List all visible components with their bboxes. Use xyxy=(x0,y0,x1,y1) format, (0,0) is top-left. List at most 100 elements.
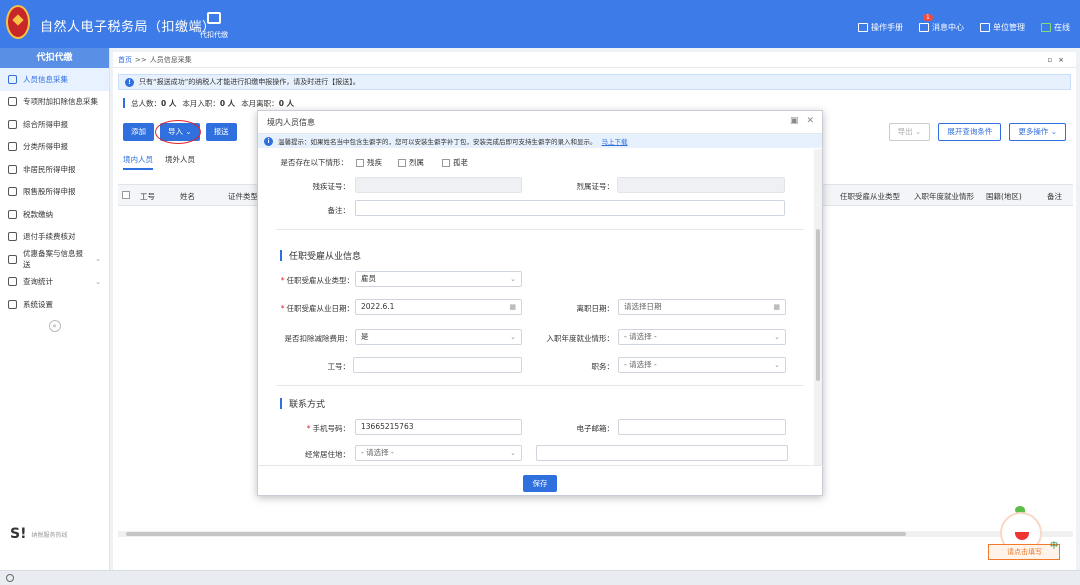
col-employment-type: 任职受雇从业类型 xyxy=(840,192,900,201)
highlight-ring xyxy=(155,120,201,144)
checkbox-elderly[interactable]: 孤老 xyxy=(442,157,468,168)
checkbox-martyr[interactable]: 烈属 xyxy=(398,157,424,168)
sidebar-item-person-info[interactable]: 人员信息采集 xyxy=(0,68,109,91)
col-name: 姓名 xyxy=(180,192,195,201)
leave-date-input[interactable]: 请选择日期 ▦ xyxy=(618,299,786,315)
col-job-no: 工号 xyxy=(140,192,155,201)
sidebar-item-settings[interactable]: 系统设置 xyxy=(0,293,109,316)
online-status[interactable]: 在线 xyxy=(1041,22,1070,33)
hotline: S! 纳税服务热线 xyxy=(10,526,67,542)
modal-title: 境内人员信息 xyxy=(258,111,822,134)
horizontal-scrollbar[interactable] xyxy=(118,531,1073,537)
sidebar-item-restricted-shares[interactable]: 限售股所得申报 xyxy=(0,181,109,204)
message-badge: 1 xyxy=(923,14,933,21)
residence-select[interactable]: - 请选择 - ⌄ xyxy=(355,445,522,461)
email-input[interactable] xyxy=(618,419,786,435)
building-icon xyxy=(980,23,990,32)
tab-foreign[interactable]: 境外人员 xyxy=(165,154,195,170)
employment-type-select[interactable]: 雇员 ⌄ xyxy=(355,271,522,287)
select-all-checkbox[interactable] xyxy=(122,191,130,199)
unit-label: 单位管理 xyxy=(993,23,1025,32)
position-label: 职务： xyxy=(591,362,615,371)
search-icon xyxy=(8,277,17,287)
disability-no-input[interactable] xyxy=(355,177,522,193)
section-accent-bar xyxy=(280,250,282,261)
section-employment-title: 任职受雇从业信息 xyxy=(289,252,362,262)
maximize-icon[interactable]: ▣ xyxy=(790,116,799,126)
manual-label: 操作手册 xyxy=(871,23,903,32)
section-contact: 联系方式 xyxy=(280,397,325,410)
info-icon: ! xyxy=(125,77,134,87)
phone-label: * 手机号码： xyxy=(306,424,350,433)
breadcrumb-home[interactable]: 首页 xyxy=(118,55,132,65)
remark-input[interactable] xyxy=(355,200,785,216)
scrollbar-thumb[interactable] xyxy=(816,229,820,381)
section-employment: 任职受雇从业信息 xyxy=(280,249,361,262)
expand-query-button[interactable]: 展开查询条件 xyxy=(938,123,1002,141)
email-label: 电子邮箱： xyxy=(576,424,615,433)
sidebar-item-classified[interactable]: 分类所得申报 xyxy=(0,136,109,159)
scrollbar-thumb[interactable] xyxy=(126,532,906,536)
sidebar-item-non-resident[interactable]: 非居民所得申报 xyxy=(0,158,109,181)
save-button[interactable]: 保存 xyxy=(523,475,557,492)
sidebar-collapse-button[interactable]: « xyxy=(48,319,61,332)
modal-scrollbar[interactable] xyxy=(814,149,822,465)
tab-bar: 境内人员 境外人员 xyxy=(123,154,195,170)
chevron-down-icon: ⌄ xyxy=(95,277,101,286)
martyr-no-label: 烈属证号： xyxy=(576,182,615,191)
employment-date-input[interactable]: 2022.6.1 ▦ xyxy=(355,299,522,315)
folder-icon xyxy=(8,209,17,219)
sidebar-item-refund-fee[interactable]: 退付手续费核对 xyxy=(0,226,109,249)
col-nationality: 国籍(地区) xyxy=(986,192,1022,201)
sidebar-item-label: 系统设置 xyxy=(23,299,53,309)
sidebar-item-comprehensive[interactable]: 综合所得申报 xyxy=(0,113,109,136)
message-label: 消息中心 xyxy=(932,23,964,32)
tax-emblem-logo xyxy=(6,5,30,39)
notice-bar: ! 只有“报送成功”的纳税人才能进行扣缴申报操作，请及时进行【报送】。 xyxy=(118,74,1071,90)
sidebar-item-tax-payment[interactable]: 税款缴纳 xyxy=(0,203,109,226)
modal-footer: 保存 xyxy=(258,465,824,497)
sidebar-item-label: 分类所得申报 xyxy=(23,142,68,152)
close-icon[interactable]: ✕ xyxy=(806,116,814,126)
unit-management-link[interactable]: 单位管理 xyxy=(980,22,1025,33)
toolbar: 添加 导入 ⌄ 报送 xyxy=(123,120,237,144)
checkbox-disabled[interactable]: 残疾 xyxy=(356,157,382,168)
checkbox-box xyxy=(442,158,450,167)
add-button[interactable]: 添加 xyxy=(123,123,154,141)
panel-window-controls[interactable]: ▫× xyxy=(1047,56,1070,64)
chevron-down-icon: ⌄ xyxy=(510,275,516,283)
residence-detail-input[interactable] xyxy=(536,445,788,461)
import-button[interactable]: 导入 ⌄ xyxy=(155,120,201,144)
breadcrumb-current: 人员信息采集 xyxy=(149,55,192,64)
disability-no-label: 残疾证号： xyxy=(312,182,351,191)
sidebar-item-query[interactable]: 查询统计 ⌄ xyxy=(0,271,109,294)
tab-domestic[interactable]: 境内人员 xyxy=(123,154,153,170)
job-no-input[interactable] xyxy=(353,357,522,373)
sidebar-item-label: 优惠备案与信息报送 xyxy=(23,249,83,270)
manual-link[interactable]: 操作手册 xyxy=(858,22,903,33)
report-button[interactable]: 报送 xyxy=(205,123,237,141)
col-remark: 备注 xyxy=(1047,192,1062,201)
layers-icon xyxy=(8,119,17,129)
phone-input[interactable]: 13665215763 xyxy=(355,419,522,435)
sidebar-item-label: 限售股所得申报 xyxy=(23,187,76,197)
stats-row: 总人数：0 人 本月入职：0 人 本月离职：0 人 xyxy=(123,98,1076,109)
export-button[interactable]: 导出 ⌄ xyxy=(888,123,931,141)
module-withholding[interactable]: 代扣代缴 xyxy=(196,12,232,40)
message-center-link[interactable]: 1 消息中心 xyxy=(919,14,964,33)
notice-text: 只有“报送成功”的纳税人才能进行扣缴申报操作，请及时进行【报送】。 xyxy=(139,78,360,86)
employment-type-label: * 任职受雇从业类型： xyxy=(280,276,354,285)
position-select[interactable]: - 请选择 - ⌄ xyxy=(618,357,786,373)
download-link[interactable]: 马上下载 xyxy=(602,136,628,146)
first-year-select[interactable]: - 请选择 - ⌄ xyxy=(618,329,786,345)
martyr-no-input[interactable] xyxy=(617,177,785,193)
sidebar-item-special-deduction[interactable]: 专项附加扣除信息采集 xyxy=(0,91,109,114)
chevron-down-icon: ⌄ xyxy=(510,449,516,457)
hotline-label: 纳税服务热线 xyxy=(31,531,68,539)
deduct-select[interactable]: 是 ⌄ xyxy=(355,329,522,345)
sidebar-item-label: 人员信息采集 xyxy=(23,74,68,84)
sidebar-item-label: 退付手续费核对 xyxy=(23,232,76,242)
more-actions-button[interactable]: 更多操作 ⌄ xyxy=(1009,123,1066,141)
sidebar-item-preferential[interactable]: 优惠备案与信息报送 ⌄ xyxy=(0,248,109,271)
job-no-label: 工号： xyxy=(327,362,351,371)
